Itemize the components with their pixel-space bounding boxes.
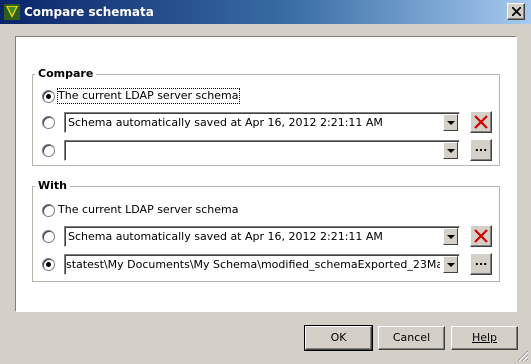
with-delete-schema-button[interactable] bbox=[470, 225, 492, 247]
with-saved-schema-value: Schema automatically saved at Apr 16, 20… bbox=[68, 230, 383, 243]
resize-grip-icon[interactable] bbox=[517, 350, 529, 362]
close-button[interactable] bbox=[507, 3, 525, 20]
with-browse-button[interactable]: ... bbox=[470, 253, 492, 275]
with-file-dropdown[interactable]: statest\My Documents\My Schema\modified_… bbox=[64, 254, 460, 275]
compare-browse-button[interactable]: ... bbox=[470, 139, 492, 161]
compare-delete-schema-button[interactable] bbox=[470, 111, 492, 133]
with-current-server-radio[interactable] bbox=[42, 204, 55, 217]
help-button[interactable]: Help bbox=[451, 326, 518, 350]
compare-saved-schema-dropdown[interactable]: Schema automatically saved at Apr 16, 20… bbox=[64, 112, 460, 133]
compare-current-server-radio[interactable] bbox=[42, 90, 55, 103]
compare-saved-schema-value: Schema automatically saved at Apr 16, 20… bbox=[68, 116, 383, 129]
with-file-value: statest\My Documents\My Schema\modified_… bbox=[66, 258, 440, 271]
schema-app-icon bbox=[4, 4, 20, 20]
cancel-button[interactable]: Cancel bbox=[378, 326, 445, 350]
chevron-down-icon[interactable] bbox=[443, 256, 458, 273]
compare-group: Compare The current LDAP server schema S… bbox=[32, 67, 500, 166]
window-title: Compare schemata bbox=[24, 5, 154, 19]
delete-icon bbox=[474, 115, 488, 129]
close-icon bbox=[512, 7, 521, 16]
with-current-server-label[interactable]: The current LDAP server schema bbox=[58, 203, 239, 217]
with-saved-schema-radio[interactable] bbox=[42, 230, 55, 243]
with-file-radio[interactable] bbox=[42, 258, 55, 271]
content-panel: Compare The current LDAP server schema S… bbox=[15, 36, 517, 312]
with-group: With The current LDAP server schema Sche… bbox=[32, 179, 500, 282]
ok-button[interactable]: OK bbox=[304, 325, 373, 351]
with-saved-schema-dropdown[interactable]: Schema automatically saved at Apr 16, 20… bbox=[64, 226, 460, 247]
compare-current-server-label[interactable]: The current LDAP server schema bbox=[57, 88, 240, 104]
chevron-down-icon[interactable] bbox=[443, 142, 458, 159]
compare-group-label: Compare bbox=[35, 67, 97, 81]
chevron-down-icon[interactable] bbox=[443, 228, 458, 245]
with-group-label: With bbox=[35, 179, 70, 193]
compare-saved-schema-radio[interactable] bbox=[42, 116, 55, 129]
compare-file-dropdown[interactable] bbox=[64, 140, 460, 161]
chevron-down-icon[interactable] bbox=[443, 114, 458, 131]
delete-icon bbox=[474, 229, 488, 243]
help-button-label: Help bbox=[471, 331, 498, 344]
title-bar: Compare schemata bbox=[0, 0, 531, 24]
compare-file-radio[interactable] bbox=[42, 144, 55, 157]
